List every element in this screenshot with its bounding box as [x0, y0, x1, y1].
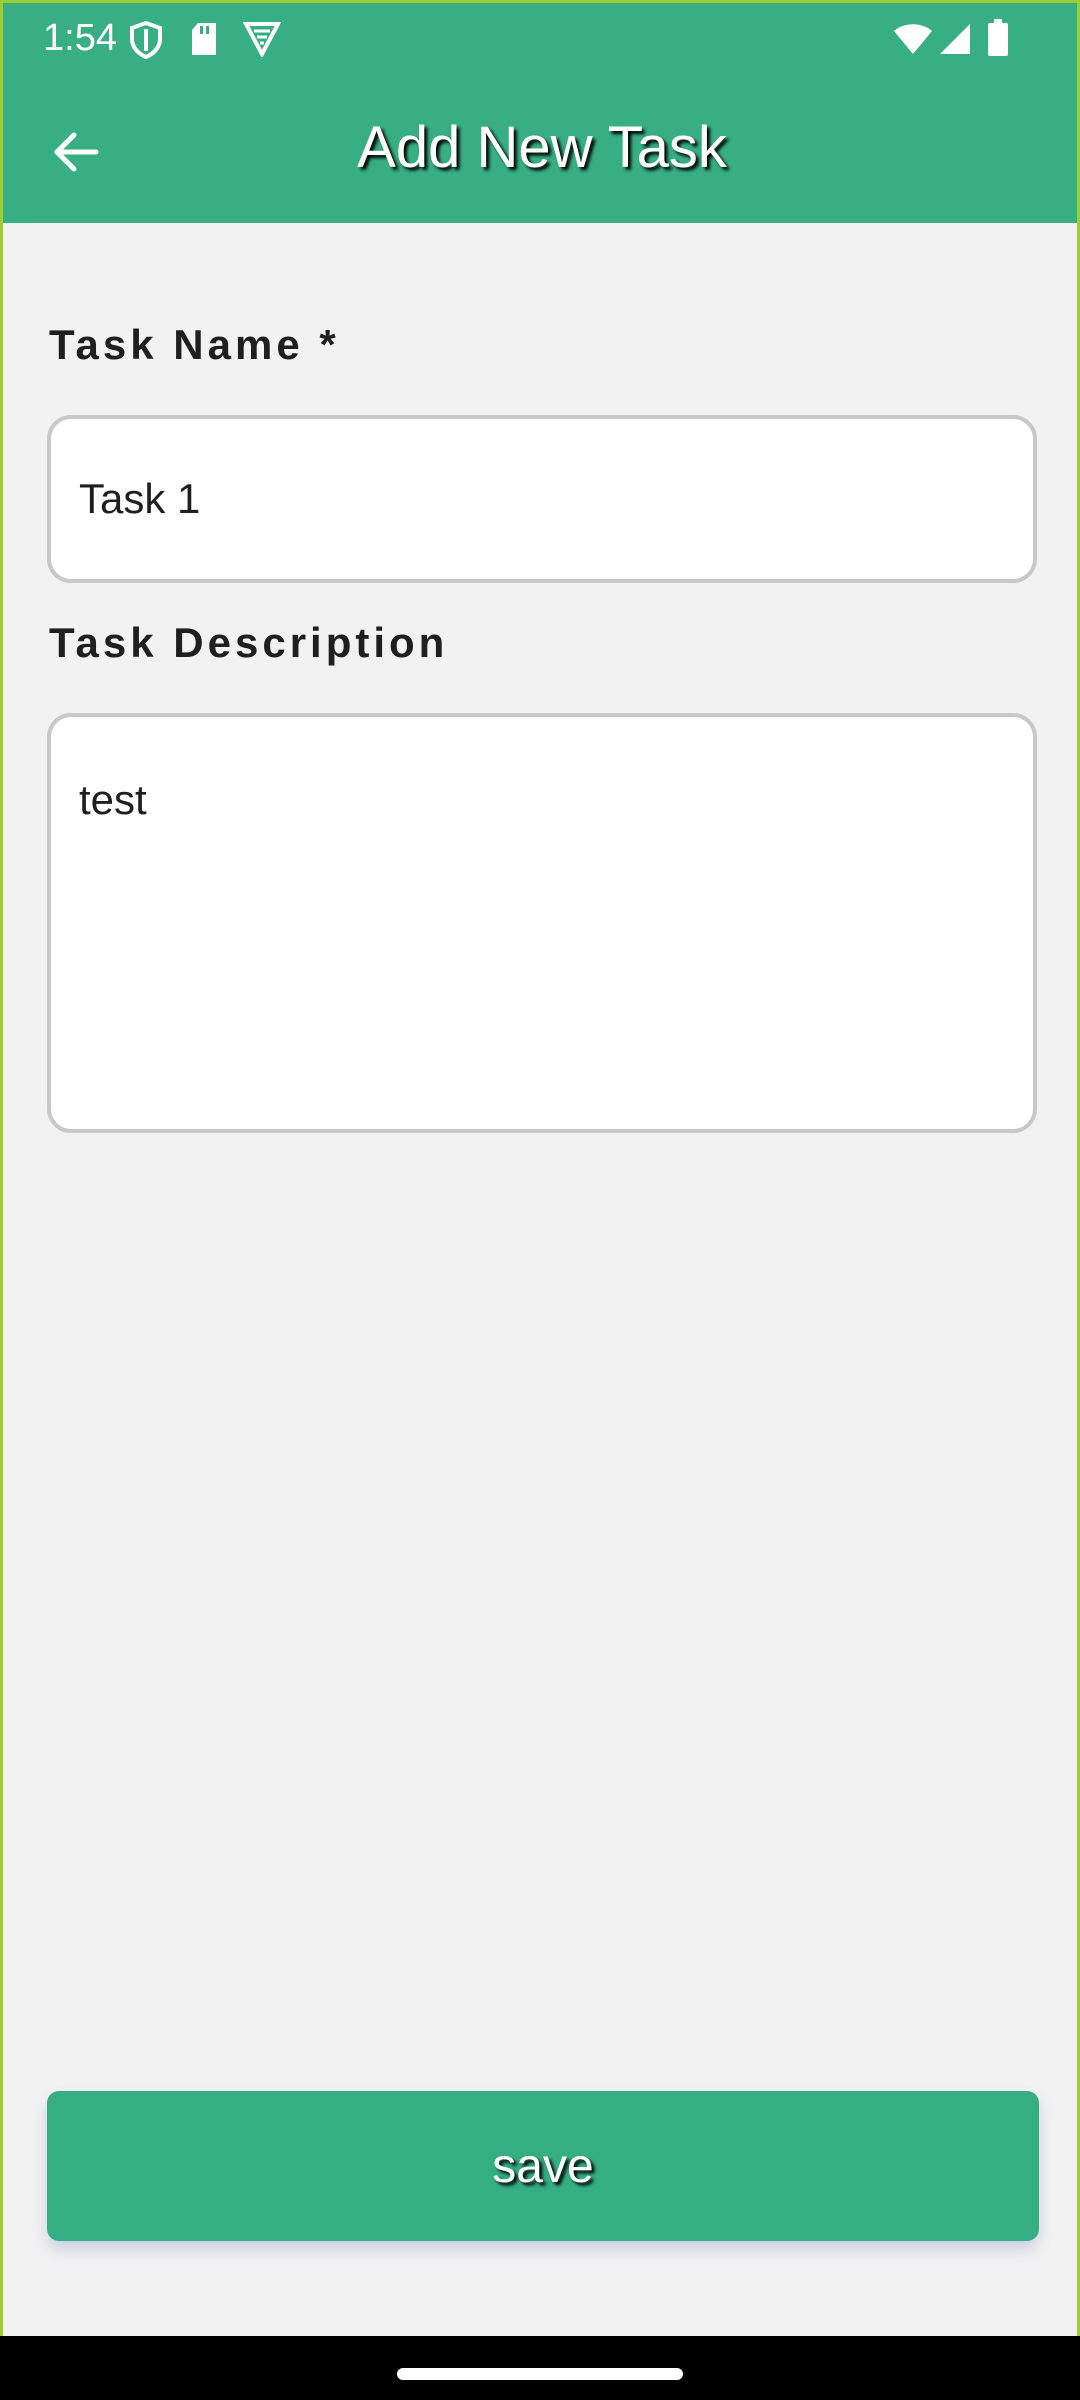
app-screen: 1:54 Add New Task Task Name * Task 1 Tas…	[0, 0, 1080, 2336]
save-button[interactable]: save	[47, 2091, 1039, 2241]
shield-icon	[129, 20, 163, 64]
home-indicator[interactable]	[397, 2368, 683, 2380]
task-name-input[interactable]	[47, 415, 1037, 583]
status-bar: 1:54	[3, 3, 1077, 73]
status-time: 1:54	[43, 17, 117, 59]
task-description-input[interactable]: test	[47, 713, 1037, 1133]
vpn-icon	[242, 21, 282, 62]
wifi-icon	[893, 23, 933, 60]
task-description-label: Task Description	[49, 619, 449, 666]
page-title: Add New Task	[357, 115, 727, 180]
battery-icon	[987, 19, 1009, 62]
signal-icon	[939, 23, 971, 60]
task-name-label: Task Name *	[49, 321, 340, 368]
app-bar: Add New Task	[3, 73, 1077, 223]
sd-card-icon	[189, 21, 219, 62]
navigation-bar	[0, 2336, 1080, 2400]
